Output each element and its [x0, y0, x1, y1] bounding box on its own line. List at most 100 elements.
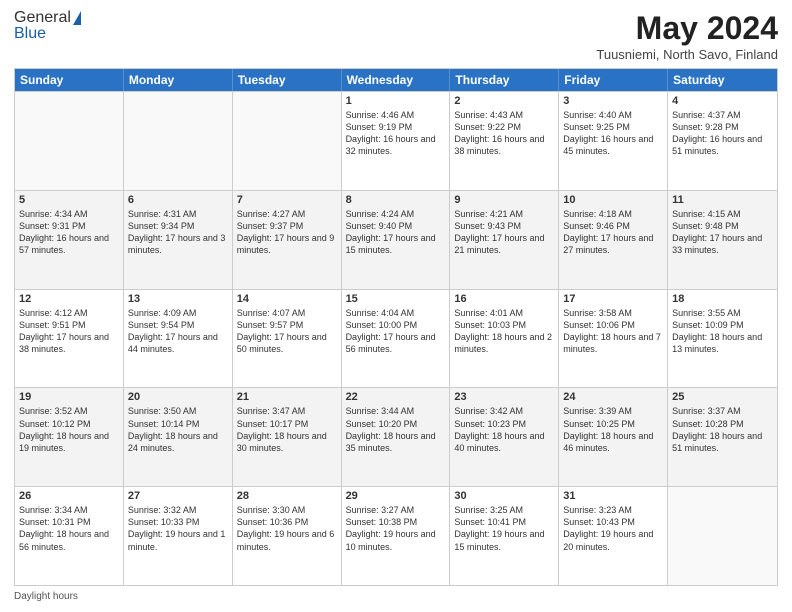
day-info: Sunrise: 3:25 AM Sunset: 10:41 PM Daylig…: [454, 504, 554, 553]
cal-header-tuesday: Tuesday: [233, 69, 342, 91]
cal-cell: 20 Sunrise: 3:50 AM Sunset: 10:14 PM Dayl…: [124, 388, 233, 486]
day-number: 11: [672, 194, 773, 206]
day-info: Sunrise: 4:43 AM Sunset: 9:22 PM Dayligh…: [454, 109, 554, 158]
cal-cell: 16 Sunrise: 4:01 AM Sunset: 10:03 PM Dayl…: [450, 290, 559, 388]
title-block: May 2024 Tuusniemi, North Savo, Finland: [596, 10, 778, 62]
cal-week-0: 1 Sunrise: 4:46 AM Sunset: 9:19 PM Daylig…: [15, 91, 777, 190]
cal-week-3: 19 Sunrise: 3:52 AM Sunset: 10:12 PM Dayl…: [15, 387, 777, 486]
day-number: 19: [19, 391, 119, 403]
day-number: 4: [672, 95, 773, 107]
cal-cell: 8 Sunrise: 4:24 AM Sunset: 9:40 PM Daylig…: [342, 191, 451, 289]
cal-week-2: 12Sunrise: 4:12 AM Sunset: 9:51 PM Dayli…: [15, 289, 777, 388]
day-info: Sunrise: 3:30 AM Sunset: 10:36 PM Daylig…: [237, 504, 337, 553]
header: General Blue May 2024 Tuusniemi, North S…: [14, 10, 778, 62]
day-info: Sunrise: 4:12 AM Sunset: 9:51 PM Dayligh…: [19, 307, 119, 356]
day-info: Sunrise: 4:15 AM Sunset: 9:48 PM Dayligh…: [672, 208, 773, 257]
logo-triangle-icon: [73, 11, 81, 25]
day-number: 3: [563, 95, 663, 107]
calendar-header-row: SundayMondayTuesdayWednesdayThursdayFrid…: [15, 69, 777, 91]
day-info: Sunrise: 4:31 AM Sunset: 9:34 PM Dayligh…: [128, 208, 228, 257]
logo-blue: Blue: [14, 26, 46, 42]
day-info: Sunrise: 3:34 AM Sunset: 10:31 PM Daylig…: [19, 504, 119, 553]
day-number: 31: [563, 490, 663, 502]
page: General Blue May 2024 Tuusniemi, North S…: [0, 0, 792, 612]
cal-cell: 14 Sunrise: 4:07 AM Sunset: 9:57 PM Dayli…: [233, 290, 342, 388]
day-info: Sunrise: 3:37 AM Sunset: 10:28 PM Daylig…: [672, 405, 773, 454]
day-info: Sunrise: 4:46 AM Sunset: 9:19 PM Dayligh…: [346, 109, 446, 158]
cal-cell: 21 Sunrise: 3:47 AM Sunset: 10:17 PM Dayl…: [233, 388, 342, 486]
day-number: 8: [346, 194, 446, 206]
day-info: Sunrise: 3:52 AM Sunset: 10:12 PM Daylig…: [19, 405, 119, 454]
cal-cell: 2 Sunrise: 4:43 AM Sunset: 9:22 PM Daylig…: [450, 92, 559, 190]
day-info: Sunrise: 3:55 AM Sunset: 10:09 PM Daylig…: [672, 307, 773, 356]
cal-cell: 29 Sunrise: 3:27 AM Sunset: 10:38 PM Dayl…: [342, 487, 451, 585]
cal-cell: 22 Sunrise: 3:44 AM Sunset: 10:20 PM Dayl…: [342, 388, 451, 486]
day-number: 7: [237, 194, 337, 206]
cal-cell: [233, 92, 342, 190]
day-info: Sunrise: 3:44 AM Sunset: 10:20 PM Daylig…: [346, 405, 446, 454]
day-number: 14: [237, 293, 337, 305]
cal-cell: 13 Sunrise: 4:09 AM Sunset: 9:54 PM Dayli…: [124, 290, 233, 388]
title-month: May 2024: [596, 10, 778, 47]
day-number: 24: [563, 391, 663, 403]
day-number: 22: [346, 391, 446, 403]
day-number: 10: [563, 194, 663, 206]
day-info: Sunrise: 3:58 AM Sunset: 10:06 PM Daylig…: [563, 307, 663, 356]
day-info: Sunrise: 4:40 AM Sunset: 9:25 PM Dayligh…: [563, 109, 663, 158]
day-info: Sunrise: 4:24 AM Sunset: 9:40 PM Dayligh…: [346, 208, 446, 257]
cal-cell: 9Sunrise: 4:21 AM Sunset: 9:43 PM Daylig…: [450, 191, 559, 289]
day-number: 21: [237, 391, 337, 403]
day-info: Sunrise: 4:07 AM Sunset: 9:57 PM Dayligh…: [237, 307, 337, 356]
cal-cell: 28Sunrise: 3:30 AM Sunset: 10:36 PM Dayl…: [233, 487, 342, 585]
cal-header-friday: Friday: [559, 69, 668, 91]
cal-cell: 31 Sunrise: 3:23 AM Sunset: 10:43 PM Dayl…: [559, 487, 668, 585]
cal-cell: 17 Sunrise: 3:58 AM Sunset: 10:06 PM Dayl…: [559, 290, 668, 388]
day-number: 15: [346, 293, 446, 305]
cal-cell: 7 Sunrise: 4:27 AM Sunset: 9:37 PM Daylig…: [233, 191, 342, 289]
logo-general: General: [14, 10, 71, 26]
day-info: Sunrise: 4:21 AM Sunset: 9:43 PM Dayligh…: [454, 208, 554, 257]
day-info: Sunrise: 4:04 AM Sunset: 10:00 PM Daylig…: [346, 307, 446, 356]
day-number: 18: [672, 293, 773, 305]
day-number: 13: [128, 293, 228, 305]
day-info: Sunrise: 3:47 AM Sunset: 10:17 PM Daylig…: [237, 405, 337, 454]
cal-week-1: 5Sunrise: 4:34 AM Sunset: 9:31 PM Daylig…: [15, 190, 777, 289]
day-info: Sunrise: 4:09 AM Sunset: 9:54 PM Dayligh…: [128, 307, 228, 356]
day-info: Sunrise: 3:32 AM Sunset: 10:33 PM Daylig…: [128, 504, 228, 553]
cal-cell: [124, 92, 233, 190]
cal-header-saturday: Saturday: [668, 69, 777, 91]
cal-cell: 25 Sunrise: 3:37 AM Sunset: 10:28 PM Dayl…: [668, 388, 777, 486]
day-number: 20: [128, 391, 228, 403]
day-info: Sunrise: 4:01 AM Sunset: 10:03 PM Daylig…: [454, 307, 554, 356]
cal-cell: 5Sunrise: 4:34 AM Sunset: 9:31 PM Daylig…: [15, 191, 124, 289]
calendar: SundayMondayTuesdayWednesdayThursdayFrid…: [14, 68, 778, 586]
day-info: Sunrise: 4:37 AM Sunset: 9:28 PM Dayligh…: [672, 109, 773, 158]
cal-week-4: 26Sunrise: 3:34 AM Sunset: 10:31 PM Dayl…: [15, 486, 777, 585]
cal-cell: 24Sunrise: 3:39 AM Sunset: 10:25 PM Dayl…: [559, 388, 668, 486]
cal-header-monday: Monday: [124, 69, 233, 91]
cal-cell: 11 Sunrise: 4:15 AM Sunset: 9:48 PM Dayli…: [668, 191, 777, 289]
footer: Daylight hours: [14, 591, 778, 602]
day-number: 6: [128, 194, 228, 206]
cal-cell: 10 Sunrise: 4:18 AM Sunset: 9:46 PM Dayli…: [559, 191, 668, 289]
cal-header-wednesday: Wednesday: [342, 69, 451, 91]
cal-cell: 30Sunrise: 3:25 AM Sunset: 10:41 PM Dayl…: [450, 487, 559, 585]
cal-cell: 27Sunrise: 3:32 AM Sunset: 10:33 PM Dayl…: [124, 487, 233, 585]
title-location: Tuusniemi, North Savo, Finland: [596, 47, 778, 62]
day-info: Sunrise: 4:27 AM Sunset: 9:37 PM Dayligh…: [237, 208, 337, 257]
cal-cell: [15, 92, 124, 190]
day-number: 29: [346, 490, 446, 502]
day-info: Sunrise: 3:27 AM Sunset: 10:38 PM Daylig…: [346, 504, 446, 553]
day-number: 17: [563, 293, 663, 305]
cal-header-sunday: Sunday: [15, 69, 124, 91]
day-number: 5: [19, 194, 119, 206]
day-info: Sunrise: 3:23 AM Sunset: 10:43 PM Daylig…: [563, 504, 663, 553]
cal-cell: 19 Sunrise: 3:52 AM Sunset: 10:12 PM Dayl…: [15, 388, 124, 486]
day-number: 2: [454, 95, 554, 107]
day-info: Sunrise: 4:18 AM Sunset: 9:46 PM Dayligh…: [563, 208, 663, 257]
day-number: 1: [346, 95, 446, 107]
day-number: 16: [454, 293, 554, 305]
day-info: Sunrise: 3:50 AM Sunset: 10:14 PM Daylig…: [128, 405, 228, 454]
calendar-body: 1 Sunrise: 4:46 AM Sunset: 9:19 PM Daylig…: [15, 91, 777, 585]
day-number: 25: [672, 391, 773, 403]
